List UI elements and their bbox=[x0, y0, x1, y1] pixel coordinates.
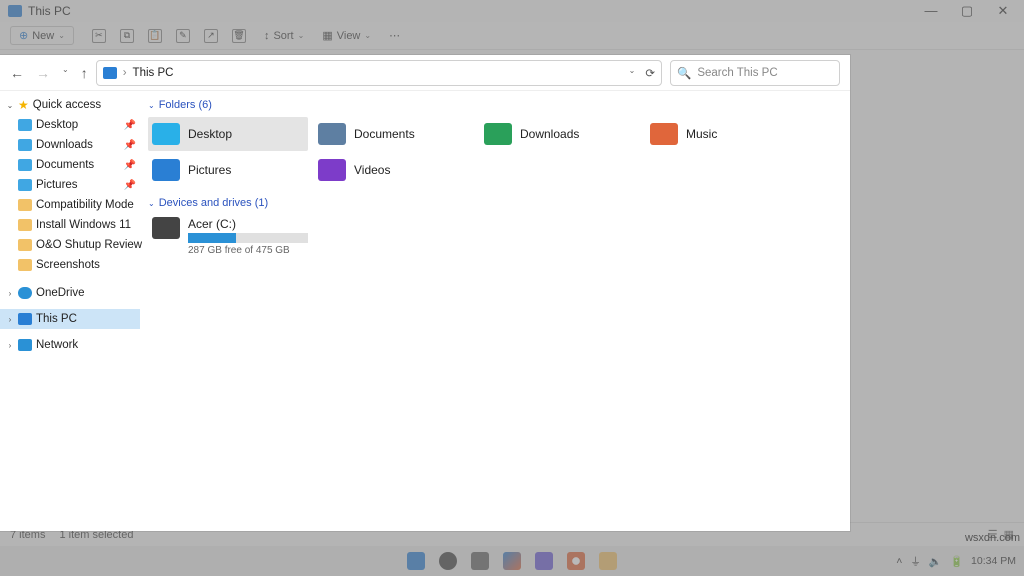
folder-icon bbox=[18, 159, 32, 171]
share-icon[interactable]: ↗ bbox=[204, 29, 218, 43]
folder-icon bbox=[18, 139, 32, 151]
folder-item[interactable]: Videos bbox=[314, 153, 474, 187]
sidebar-quick-access[interactable]: ⌄★ Quick access bbox=[0, 95, 140, 115]
folder-item[interactable]: Music bbox=[646, 117, 806, 151]
paste-icon[interactable]: 📋 bbox=[148, 29, 162, 43]
pin-icon: 📌 bbox=[124, 180, 136, 191]
tray-chevron-icon[interactable]: ˄ bbox=[896, 555, 902, 567]
folder-icon bbox=[18, 259, 32, 271]
address-bar[interactable]: › This PC ⌄ ⟳ bbox=[96, 60, 662, 86]
network-icon bbox=[18, 339, 32, 351]
battery-icon[interactable]: 🔋 bbox=[950, 555, 963, 568]
forward-button[interactable]: → bbox=[36, 65, 50, 81]
titlebar: This PC — ▢ ✕ bbox=[0, 0, 1024, 22]
up-button[interactable]: ↑ bbox=[81, 65, 88, 81]
sort-button[interactable]: ↕ Sort ⌄ bbox=[264, 30, 304, 42]
wifi-icon[interactable]: ⏚ bbox=[910, 554, 921, 569]
new-button[interactable]: ⊕ New ⌄ bbox=[10, 26, 74, 45]
maximize-button[interactable]: ▢ bbox=[956, 3, 978, 19]
group-drives[interactable]: ⌄Devices and drives (1) bbox=[148, 197, 842, 209]
group-folders[interactable]: ⌄Folders (6) bbox=[148, 99, 842, 111]
toolbar: ⊕ New ⌄ ✂ ⧉ 📋 ✎ ↗ 🗑 ↕ Sort ⌄ ▦ View ⌄ ⋯ bbox=[0, 22, 1024, 50]
path-segment[interactable]: This PC bbox=[133, 67, 174, 79]
volume-icon[interactable]: 🔈 bbox=[929, 555, 942, 568]
folder-item[interactable]: Documents bbox=[314, 117, 474, 151]
folder-item[interactable]: Pictures bbox=[148, 153, 308, 187]
drive-item[interactable]: Acer (C:)287 GB free of 475 GB bbox=[148, 215, 308, 258]
history-chevron-icon[interactable]: ⌄ bbox=[629, 66, 636, 80]
folder-large-icon bbox=[152, 159, 180, 181]
pin-icon: 📌 bbox=[124, 140, 136, 151]
rename-icon[interactable]: ✎ bbox=[176, 29, 190, 43]
sidebar-network[interactable]: › Network bbox=[0, 335, 140, 355]
copy-icon[interactable]: ⧉ bbox=[120, 29, 134, 43]
clock[interactable]: 10:34 PM bbox=[971, 555, 1016, 567]
back-button[interactable]: ← bbox=[10, 65, 24, 81]
sidebar-item[interactable]: Documents📌 bbox=[0, 155, 140, 175]
folder-large-icon bbox=[152, 123, 180, 145]
folder-large-icon bbox=[318, 159, 346, 181]
sidebar: ⌄★ Quick access Desktop📌Downloads📌Docume… bbox=[0, 91, 140, 531]
folder-large-icon bbox=[318, 123, 346, 145]
cloud-icon bbox=[18, 287, 32, 299]
taskbar: ˄ ⏚ 🔈 🔋 10:34 PM bbox=[0, 546, 1024, 576]
pin-icon: 📌 bbox=[124, 120, 136, 131]
refresh-button[interactable]: ⟳ bbox=[645, 66, 655, 80]
search-icon[interactable] bbox=[439, 552, 457, 570]
content: ⌄Folders (6) DesktopDocumentsDownloadsMu… bbox=[140, 91, 850, 531]
minimize-button[interactable]: — bbox=[920, 3, 942, 19]
drive-icon bbox=[152, 217, 180, 239]
sidebar-item[interactable]: Pictures📌 bbox=[0, 175, 140, 195]
folder-large-icon bbox=[484, 123, 512, 145]
thispc-icon bbox=[103, 67, 117, 79]
sidebar-item[interactable]: Screenshots bbox=[0, 255, 140, 275]
folder-icon bbox=[18, 199, 32, 211]
search-input[interactable]: 🔍 Search This PC bbox=[670, 60, 840, 86]
star-icon: ★ bbox=[18, 98, 29, 112]
folder-item[interactable]: Downloads bbox=[480, 117, 640, 151]
sidebar-onedrive[interactable]: › OneDrive bbox=[0, 283, 140, 303]
sidebar-item[interactable]: Downloads📌 bbox=[0, 135, 140, 155]
sidebar-thispc[interactable]: › This PC bbox=[0, 309, 140, 329]
search-icon: 🔍 bbox=[677, 66, 691, 80]
start-icon[interactable] bbox=[407, 552, 425, 570]
folder-icon bbox=[18, 219, 32, 231]
delete-icon[interactable]: 🗑 bbox=[232, 29, 246, 43]
explorer-icon[interactable] bbox=[599, 552, 617, 570]
folder-large-icon bbox=[650, 123, 678, 145]
more-button[interactable]: ⋯ bbox=[389, 29, 400, 42]
watermark: wsxdn.com bbox=[965, 532, 1020, 544]
sidebar-item[interactable]: Desktop📌 bbox=[0, 115, 140, 135]
sidebar-item[interactable]: Install Windows 11 bbox=[0, 215, 140, 235]
recent-chevron-icon[interactable]: ⌄ bbox=[62, 65, 69, 81]
widgets-icon[interactable] bbox=[503, 552, 521, 570]
pc-icon bbox=[18, 313, 32, 325]
folder-icon bbox=[18, 239, 32, 251]
folder-icon bbox=[18, 119, 32, 131]
chat-icon[interactable] bbox=[535, 552, 553, 570]
cut-icon[interactable]: ✂ bbox=[92, 29, 106, 43]
close-button[interactable]: ✕ bbox=[992, 3, 1014, 19]
pin-icon: 📌 bbox=[124, 160, 136, 171]
folder-item[interactable]: Desktop bbox=[148, 117, 308, 151]
window-title: This PC bbox=[28, 4, 71, 18]
view-button[interactable]: ▦ View ⌄ bbox=[322, 29, 371, 42]
taskview-icon[interactable] bbox=[471, 552, 489, 570]
sidebar-item[interactable]: O&O Shutup Review bbox=[0, 235, 140, 255]
highlight-region: ← → ⌄ ↑ › This PC ⌄ ⟳ 🔍 Search This PC ⌄… bbox=[0, 55, 850, 531]
app-icon bbox=[8, 5, 22, 17]
chrome-icon[interactable] bbox=[567, 552, 585, 570]
sidebar-item[interactable]: Compatibility Mode bbox=[0, 195, 140, 215]
folder-icon bbox=[18, 179, 32, 191]
